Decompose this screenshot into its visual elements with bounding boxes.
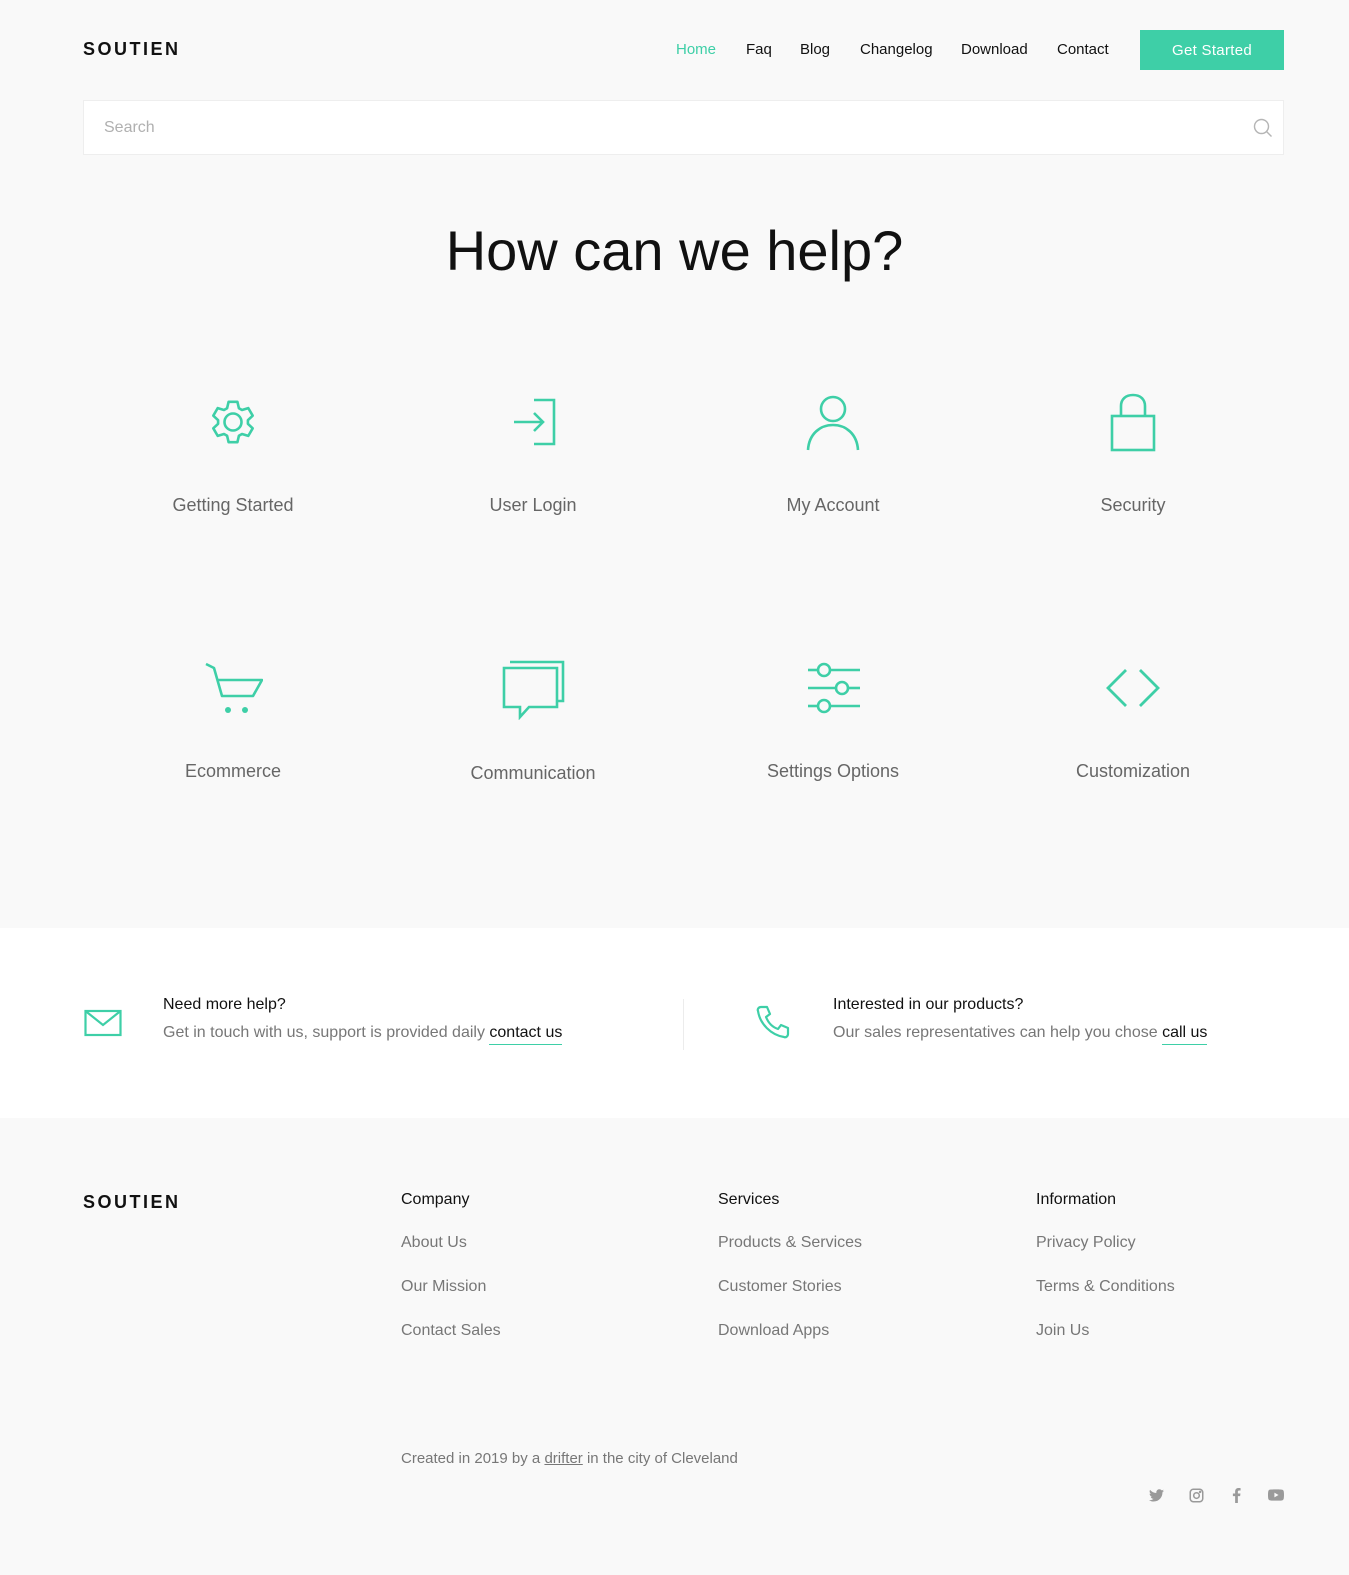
lock-icon [1110, 393, 1156, 452]
gear-icon [212, 400, 255, 444]
credit-suffix: in the city of Cleveland [586, 1450, 738, 1467]
nav-download[interactable]: Download [961, 41, 1028, 58]
facebook-icon[interactable] [1227, 1486, 1245, 1504]
contact-us-link[interactable]: contact us [489, 1024, 563, 1045]
footer-link-download-apps[interactable]: Download Apps [718, 1322, 829, 1340]
footer-heading-company: Company [401, 1191, 470, 1208]
drifter-link[interactable]: drifter [544, 1450, 582, 1467]
code-icon [1106, 669, 1160, 707]
youtube-icon[interactable] [1267, 1486, 1285, 1504]
search-input[interactable] [104, 101, 1224, 154]
instagram-icon[interactable] [1187, 1486, 1205, 1504]
footer-link-terms-conditions[interactable]: Terms & Conditions [1036, 1278, 1175, 1296]
category-customization[interactable]: Customization [983, 658, 1283, 782]
category-label: Ecommerce [184, 761, 282, 781]
category-settings-options[interactable]: Settings Options [683, 658, 983, 782]
search-icon[interactable] [1253, 118, 1273, 138]
footer-heading-services: Services [718, 1191, 780, 1208]
footer-heading-information: Information [1036, 1191, 1117, 1208]
category-my-account[interactable]: My Account [683, 392, 983, 516]
brand-logo[interactable]: SOUTIEN [83, 39, 181, 60]
footer-link-join-us[interactable]: Join Us [1036, 1322, 1089, 1340]
category-label: Communication [470, 763, 596, 783]
category-communication[interactable]: Communication [383, 658, 683, 784]
category-label: User Login [489, 495, 577, 515]
category-getting-started[interactable]: Getting Started [83, 392, 383, 516]
help-desc: Get in touch with us, support is provide… [163, 1024, 563, 1045]
mail-icon [84, 1009, 122, 1037]
category-security[interactable]: Security [983, 392, 1283, 516]
chat-icon [502, 660, 565, 720]
call-us-link[interactable]: call us [1162, 1024, 1208, 1045]
footer-link-privacy-policy[interactable]: Privacy Policy [1036, 1234, 1136, 1252]
footer-credit: Created in 2019 by a drifter in the city… [401, 1450, 738, 1467]
nav-contact[interactable]: Contact [1057, 41, 1109, 58]
category-label: Getting Started [172, 495, 294, 515]
login-icon [514, 398, 556, 446]
sliders-icon [808, 662, 860, 714]
credit-prefix: Created in 2019 by a [401, 1450, 541, 1467]
category-label: Customization [1075, 761, 1191, 781]
footer-link-products-services[interactable]: Products & Services [718, 1234, 862, 1252]
footer-link-customer-stories[interactable]: Customer Stories [718, 1278, 842, 1296]
products-desc: Our sales representatives can help you c… [833, 1024, 1208, 1045]
footer-link-our-mission[interactable]: Our Mission [401, 1278, 486, 1296]
category-label: Settings Options [766, 761, 900, 781]
phone-icon [756, 1005, 790, 1039]
nav-faq[interactable]: Faq [746, 41, 772, 58]
nav-home[interactable]: Home [676, 41, 716, 58]
footer-link-about-us[interactable]: About Us [401, 1234, 467, 1252]
nav-changelog[interactable]: Changelog [860, 41, 933, 58]
category-label: Security [1100, 495, 1166, 515]
user-icon [806, 395, 860, 451]
divider [683, 999, 684, 1050]
category-user-login[interactable]: User Login [383, 392, 683, 516]
category-label: My Account [786, 495, 880, 515]
twitter-icon[interactable] [1147, 1486, 1165, 1504]
search-bar [83, 100, 1284, 155]
get-started-button[interactable]: Get Started [1140, 30, 1284, 70]
contact-band: Need more help? Get in touch with us, su… [0, 928, 1349, 1118]
products-title: Interested in our products? [833, 996, 1024, 1013]
products-desc-text: Our sales representatives can help you c… [833, 1024, 1158, 1041]
category-ecommerce[interactable]: Ecommerce [83, 658, 383, 782]
footer-link-contact-sales[interactable]: Contact Sales [401, 1322, 501, 1340]
page-title: How can we help? [445, 219, 904, 282]
help-title: Need more help? [163, 996, 286, 1013]
nav-blog[interactable]: Blog [800, 41, 830, 58]
footer-brand[interactable]: SOUTIEN [83, 1192, 181, 1213]
help-desc-text: Get in touch with us, support is provide… [163, 1024, 485, 1041]
cart-icon [205, 662, 263, 713]
